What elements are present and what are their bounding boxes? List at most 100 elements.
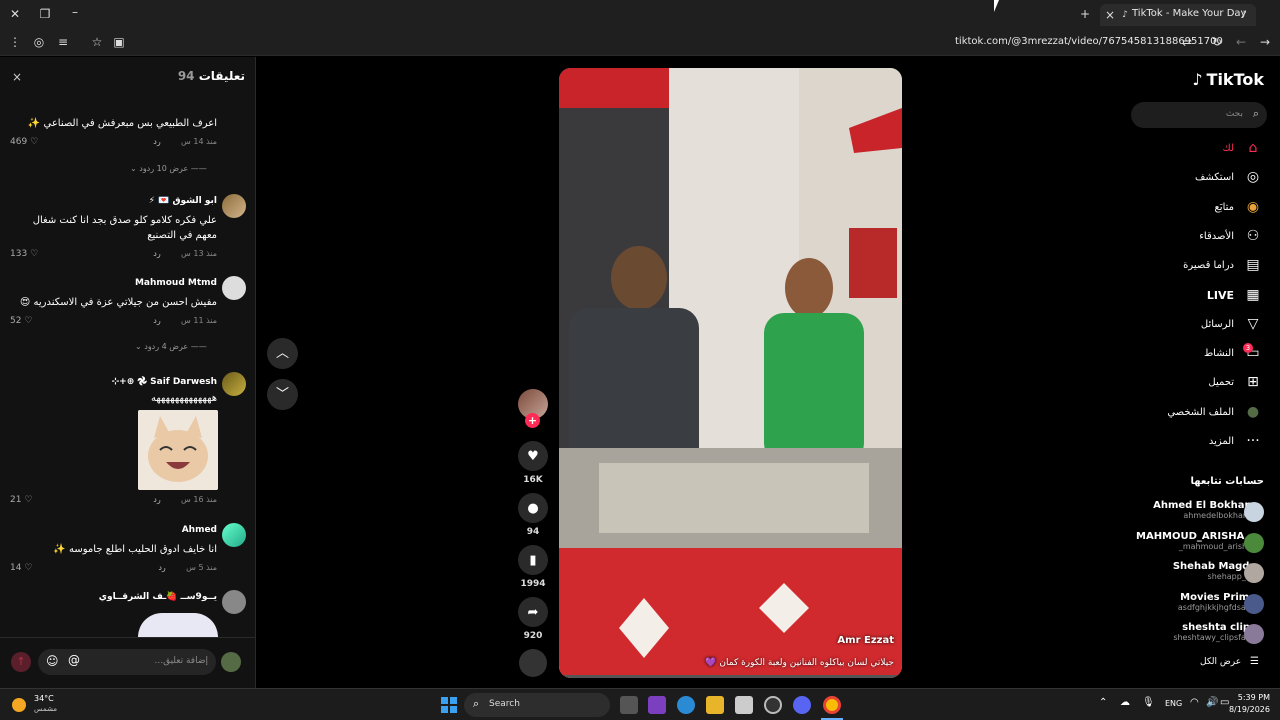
weather-sun-icon[interactable] xyxy=(12,698,26,712)
clock-time[interactable]: 5:39 PM xyxy=(1236,693,1270,702)
windows-start-icon[interactable] xyxy=(441,697,457,713)
comment-author[interactable]: 𖣘⁩ Saif Darwesh ⊕+⊹ xyxy=(112,374,217,387)
comment-like[interactable]: 21 ♡ xyxy=(10,495,32,505)
previous-video-button[interactable]: ︿ xyxy=(267,338,298,369)
new-tab-button[interactable]: + xyxy=(1078,6,1092,22)
task-view-icon[interactable] xyxy=(620,696,638,714)
microphone-icon[interactable]: 🎙 xyxy=(1142,697,1155,708)
nav-drama[interactable]: ▤ دراما قصيرة xyxy=(1183,254,1262,276)
clock-date[interactable]: 8/19/2026 xyxy=(1228,705,1270,714)
comment-sticker-image[interactable] xyxy=(138,410,218,490)
comment-input[interactable]: ☺ @ إضافة تعليق... xyxy=(38,649,216,675)
following-account[interactable]: sheshta clips sheshtawy_clipsfan0 xyxy=(1116,622,1256,642)
extension-icon[interactable]: ▣ xyxy=(112,34,126,50)
avatar[interactable] xyxy=(1244,624,1264,644)
comment-like[interactable]: 133 ♡ xyxy=(10,249,38,259)
comment-author[interactable]: ابو الشوق 💌 ⚡ xyxy=(149,196,217,206)
nav-live[interactable]: ▦ LIVE xyxy=(1207,284,1262,306)
menu-dots-icon[interactable]: ⋮ xyxy=(8,34,22,50)
search-icon: ⌕ xyxy=(1252,107,1259,120)
volume-icon[interactable]: 🔊 xyxy=(1206,697,1218,708)
window-restore-icon[interactable]: ❐ xyxy=(38,6,52,22)
wifi-icon[interactable]: ◠ xyxy=(1190,697,1199,708)
tiktok-logo[interactable]: ♪ TikTok xyxy=(1192,70,1264,89)
emoji-icon[interactable]: ☺ xyxy=(46,654,59,668)
comment-author[interactable]: Ahmed xyxy=(182,525,217,535)
window-close-icon[interactable]: ✕ xyxy=(8,6,22,22)
nav-profile[interactable]: ● الملف الشخصي xyxy=(1167,401,1262,423)
comment-text: انا خايف ادوق الحليب اطلع جاموسه ✨ xyxy=(53,544,217,555)
avatar[interactable] xyxy=(1244,502,1264,522)
following-account[interactable]: Shehab Magdy shehapp_24 xyxy=(1116,561,1256,581)
edge-icon[interactable] xyxy=(677,696,695,714)
avatar[interactable] xyxy=(1244,594,1264,614)
file-explorer-icon[interactable] xyxy=(706,696,724,714)
share-button[interactable]: ➦ xyxy=(518,597,548,627)
chrome-icon[interactable] xyxy=(823,696,841,714)
next-video-button[interactable]: ﹀ xyxy=(267,379,298,410)
following-account[interactable]: Movies Prime asdfghjkkjhgfdsa98 xyxy=(1116,592,1256,612)
forward-icon[interactable]: ← xyxy=(1234,34,1248,50)
comment-author[interactable]: Mahmoud Mtmd xyxy=(135,278,217,288)
nav-more[interactable]: ··· المزيد xyxy=(1209,430,1262,452)
app-icon[interactable] xyxy=(764,696,782,714)
comment-like[interactable]: 14 ♡ xyxy=(10,563,32,573)
cloud-icon[interactable]: ☁ xyxy=(1120,697,1130,708)
avatar[interactable] xyxy=(222,276,246,300)
profile-circle-icon[interactable]: ◎ xyxy=(32,34,46,50)
save-button[interactable]: ▮ xyxy=(518,545,548,575)
nav-activity[interactable]: ▭ النشاط xyxy=(1204,342,1262,364)
taskbar-search[interactable]: ⌕ Search xyxy=(464,693,610,717)
reply-button[interactable]: رد xyxy=(153,316,160,325)
comment-author[interactable]: يــو9ســ 🍓ـف الشرقــاوي xyxy=(99,592,217,602)
see-all-button[interactable]: عرض الكل xyxy=(1200,657,1241,667)
bookmark-star-icon[interactable]: ☆ xyxy=(90,34,104,50)
avatar[interactable] xyxy=(222,590,246,614)
view-replies-button[interactable]: —— عرض 10 ردود ⌄ xyxy=(130,164,207,173)
avatar[interactable] xyxy=(222,372,246,396)
tray-chevron-icon[interactable]: ⌃ xyxy=(1099,697,1107,708)
back-icon[interactable]: → xyxy=(1258,34,1272,50)
close-comments-button[interactable]: × xyxy=(12,70,22,84)
tab-close-icon[interactable]: × xyxy=(1104,7,1116,23)
video-author[interactable]: Amr Ezzat xyxy=(837,635,894,646)
media-control-icon[interactable]: ≡ xyxy=(56,34,70,50)
nav-following[interactable]: ◉ متابَع xyxy=(1214,196,1262,218)
comment-button[interactable]: ● xyxy=(518,493,548,523)
following-account[interactable]: MAHMOUD_ARISHA... _mahmoud_arisha_ xyxy=(1116,531,1256,551)
search-input[interactable]: ⌕ بحث xyxy=(1131,102,1267,128)
url-text[interactable]: tiktok.com/@3mrezzat/video/7675458131886… xyxy=(955,36,1223,47)
comment-like[interactable]: 52 ♡ xyxy=(10,316,32,326)
discord-icon[interactable] xyxy=(793,696,811,714)
view-replies-button[interactable]: —— عرض 4 ردود ⌄ xyxy=(135,342,207,351)
avatar[interactable] xyxy=(1244,533,1264,553)
nav-friends[interactable]: ⚇ الأصدقاء xyxy=(1199,225,1262,247)
avatar[interactable] xyxy=(222,194,246,218)
language-indicator[interactable]: ENG xyxy=(1165,699,1182,708)
following-account[interactable]: Ahmed El Bokhary ahmedelbokhary1 xyxy=(1116,500,1256,520)
reply-button[interactable]: رد xyxy=(153,249,160,258)
avatar[interactable] xyxy=(222,523,246,547)
follow-plus-button[interactable]: + xyxy=(525,413,540,428)
store-icon[interactable] xyxy=(735,696,753,714)
nav-messages[interactable]: ▽ الرسائل xyxy=(1201,313,1262,335)
mention-icon[interactable]: @ xyxy=(68,653,80,667)
comment-like[interactable]: 469 ♡ xyxy=(10,137,38,147)
nav-for-you[interactable]: ⌂ لك xyxy=(1223,137,1262,159)
avatar[interactable] xyxy=(1244,563,1264,583)
nav-upload[interactable]: ⊞ تحميل xyxy=(1208,371,1262,393)
reply-button[interactable]: رد xyxy=(153,495,160,504)
reply-button[interactable]: رد xyxy=(153,137,160,146)
nav-explore[interactable]: ◎ استكشف xyxy=(1195,166,1262,188)
video-player[interactable]: Amr Ezzat جيلاتي لسان بياكلوه الفنانين و… xyxy=(559,68,902,678)
window-minimize-icon[interactable]: – xyxy=(68,4,82,20)
heart-outline-icon: ♡ xyxy=(24,495,33,505)
reply-button[interactable]: رد xyxy=(158,563,165,572)
post-arrow-icon[interactable]: ↑ xyxy=(11,652,31,672)
music-disc-icon[interactable] xyxy=(519,649,547,677)
comment-sticker-image[interactable] xyxy=(138,613,218,637)
like-button[interactable]: ♥ xyxy=(518,441,548,471)
video-progress-bar[interactable] xyxy=(559,675,902,678)
browser-tab[interactable]: × ♪ TikTok - Make Your Day ♪ xyxy=(1100,4,1256,26)
widgets-icon[interactable] xyxy=(648,696,666,714)
